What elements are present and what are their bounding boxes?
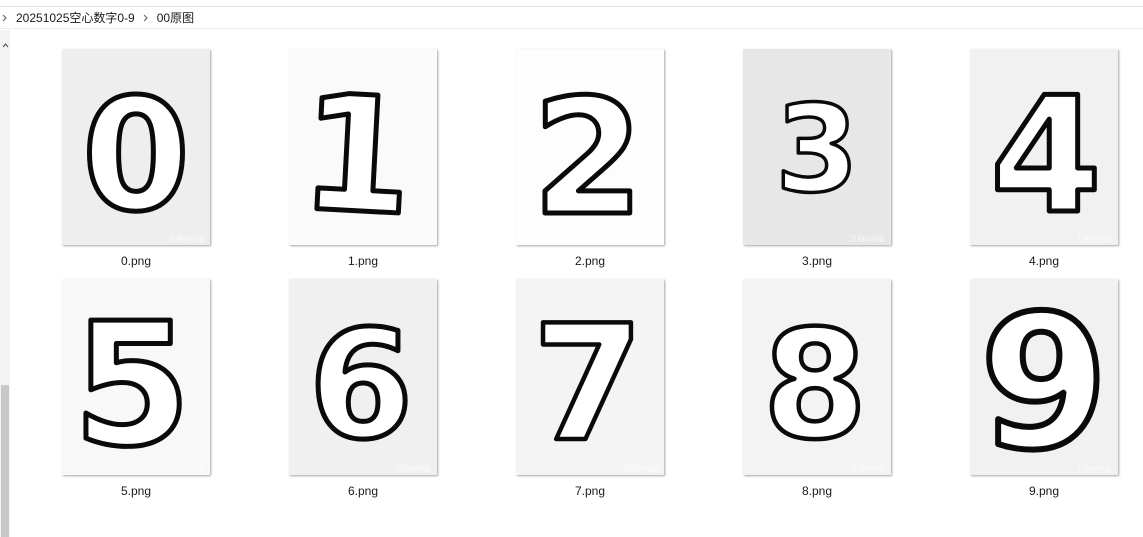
file-name-label[interactable]: 0.png xyxy=(62,254,210,268)
file-thumbnail[interactable]: 0 万相AI作画 xyxy=(62,49,210,245)
digit-outline-image: 9万相AI作画 xyxy=(977,279,1112,475)
digit-outline-image: 4万相AI作画 xyxy=(988,60,1112,246)
file-grid: 0 万相AI作画 0.png 1 万相AI作画 1.png 2 万相AI作画 2.png 3 万相A… xyxy=(0,0,1143,537)
digit-glyph: 8 xyxy=(763,299,867,473)
file-item[interactable]: 4 万相AI作画 4.png xyxy=(970,49,1120,279)
file-thumbnail[interactable]: 3 万相AI作画 xyxy=(743,49,891,245)
digit-glyph: 3 xyxy=(775,81,859,220)
file-name-label[interactable]: 3.png xyxy=(743,254,891,268)
file-thumbnail[interactable]: 8 万相AI作画 xyxy=(743,279,891,475)
file-item[interactable]: 6 万相AI作画 6.png xyxy=(289,279,439,509)
file-thumbnail[interactable]: 9 万相AI作画 xyxy=(970,279,1118,475)
digit-outline-image: 5万相AI作画 xyxy=(70,285,204,476)
digit-glyph: 1 xyxy=(296,59,417,245)
digit-outline-image: 3 万相AI作画 xyxy=(774,79,886,243)
watermark-text: 万相AI作画 xyxy=(623,234,658,243)
digit-outline-image: 8万相AI作画 xyxy=(761,297,885,475)
file-name-label[interactable]: 1.png xyxy=(289,254,437,268)
file-name-label[interactable]: 9.png xyxy=(970,484,1118,498)
file-thumbnail[interactable]: 4 万相AI作画 xyxy=(970,49,1118,245)
digit-glyph: 6 xyxy=(309,299,413,473)
watermark-text: 万相AI作画 xyxy=(396,464,431,473)
digit-outline-image: 0万相AI作画 xyxy=(80,63,204,246)
file-item[interactable]: 7 万相AI作画 7.png xyxy=(516,279,666,509)
watermark-text: 万相AI作画 xyxy=(169,234,204,243)
file-name-label[interactable]: 4.png xyxy=(970,254,1118,268)
digit-glyph: 7 xyxy=(532,290,643,475)
digit-glyph: 5 xyxy=(73,287,191,475)
file-item[interactable]: 9 万相AI作画 9.png xyxy=(970,279,1120,509)
file-item[interactable]: 0 万相AI作画 0.png xyxy=(62,49,212,279)
file-thumbnail[interactable]: 7 万相AI作画 xyxy=(516,279,664,475)
file-thumbnail[interactable]: 6 万相AI作画 xyxy=(289,279,437,475)
digit-glyph: 2 xyxy=(532,64,643,245)
digit-outline-image: 7万相AI作画 xyxy=(530,288,658,475)
file-thumbnail[interactable]: 5 万相AI作画 xyxy=(62,279,210,475)
digit-glyph: 4 xyxy=(990,62,1101,245)
file-item[interactable]: 3 万相AI作画 3.png xyxy=(743,49,893,279)
file-item[interactable]: 2 万相AI作画 2.png xyxy=(516,49,666,279)
digit-glyph: 0 xyxy=(82,65,190,245)
file-item[interactable]: 5 万相AI作画 5.png xyxy=(62,279,212,509)
file-name-label[interactable]: 8.png xyxy=(743,484,891,498)
watermark-text: 万相AI作画 xyxy=(1077,464,1112,473)
file-name-label[interactable]: 5.png xyxy=(62,484,210,498)
file-name-label[interactable]: 6.png xyxy=(289,484,437,498)
digit-outline-image: 1万相AI作画 xyxy=(294,56,431,245)
file-thumbnail[interactable]: 2 万相AI作画 xyxy=(516,49,664,245)
digit-glyph: 9 xyxy=(980,279,1109,475)
watermark-text: 万相AI作画 xyxy=(396,234,431,243)
file-item[interactable]: 1 万相AI作画 1.png xyxy=(289,49,439,279)
watermark-text: 万相AI作画 xyxy=(850,464,885,473)
file-thumbnail[interactable]: 1 万相AI作画 xyxy=(289,49,437,245)
watermark-text: 万相AI作画 xyxy=(169,464,204,473)
watermark-text: 万相AI作画 xyxy=(1077,234,1112,243)
digit-outline-image: 2万相AI作画 xyxy=(530,62,658,246)
file-name-label[interactable]: 2.png xyxy=(516,254,664,268)
digit-outline-image: 6万相AI作画 xyxy=(306,297,431,476)
file-item[interactable]: 8 万相AI作画 8.png xyxy=(743,279,893,509)
file-name-label[interactable]: 7.png xyxy=(516,484,664,498)
watermark-text: 万相AI作画 xyxy=(623,464,658,473)
watermark-text: 万相AI作画 xyxy=(850,234,885,243)
